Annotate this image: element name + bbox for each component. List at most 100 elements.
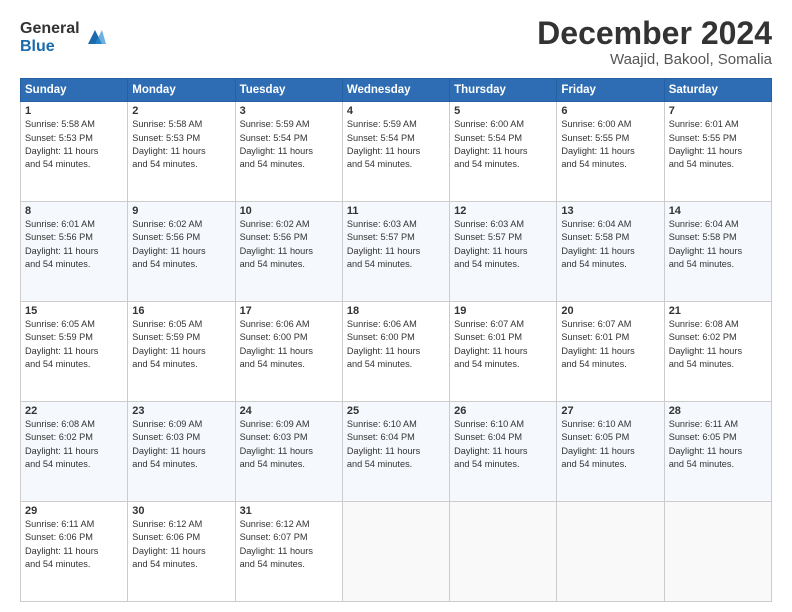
day-info: Sunrise: 6:11 AMSunset: 6:06 PMDaylight:…	[25, 518, 123, 571]
calendar-body: 1Sunrise: 5:58 AMSunset: 5:53 PMDaylight…	[21, 102, 772, 602]
calendar-cell: 3Sunrise: 5:59 AMSunset: 5:54 PMDaylight…	[235, 102, 342, 202]
calendar-cell: 24Sunrise: 6:09 AMSunset: 6:03 PMDayligh…	[235, 402, 342, 502]
calendar-cell: 23Sunrise: 6:09 AMSunset: 6:03 PMDayligh…	[128, 402, 235, 502]
day-info: Sunrise: 6:07 AMSunset: 6:01 PMDaylight:…	[561, 318, 659, 371]
day-info: Sunrise: 6:06 AMSunset: 6:00 PMDaylight:…	[240, 318, 338, 371]
day-number: 4	[347, 105, 445, 117]
day-number: 11	[347, 205, 445, 217]
day-number: 21	[669, 305, 767, 317]
calendar-cell: 11Sunrise: 6:03 AMSunset: 5:57 PMDayligh…	[342, 202, 449, 302]
day-info: Sunrise: 5:59 AMSunset: 5:54 PMDaylight:…	[347, 118, 445, 171]
col-wednesday: Wednesday	[342, 79, 449, 102]
day-info: Sunrise: 6:01 AMSunset: 5:56 PMDaylight:…	[25, 218, 123, 271]
calendar-cell: 15Sunrise: 6:05 AMSunset: 5:59 PMDayligh…	[21, 302, 128, 402]
calendar-cell: 6Sunrise: 6:00 AMSunset: 5:55 PMDaylight…	[557, 102, 664, 202]
col-monday: Monday	[128, 79, 235, 102]
day-number: 13	[561, 205, 659, 217]
day-number: 16	[132, 305, 230, 317]
logo-blue: Blue	[20, 38, 80, 56]
day-number: 29	[25, 505, 123, 517]
day-info: Sunrise: 6:01 AMSunset: 5:55 PMDaylight:…	[669, 118, 767, 171]
calendar-cell: 5Sunrise: 6:00 AMSunset: 5:54 PMDaylight…	[450, 102, 557, 202]
calendar-week-1: 1Sunrise: 5:58 AMSunset: 5:53 PMDaylight…	[21, 102, 772, 202]
day-info: Sunrise: 6:03 AMSunset: 5:57 PMDaylight:…	[347, 218, 445, 271]
calendar-table: Sunday Monday Tuesday Wednesday Thursday…	[20, 78, 772, 602]
day-info: Sunrise: 6:07 AMSunset: 6:01 PMDaylight:…	[454, 318, 552, 371]
calendar-cell: 7Sunrise: 6:01 AMSunset: 5:55 PMDaylight…	[664, 102, 771, 202]
day-info: Sunrise: 6:04 AMSunset: 5:58 PMDaylight:…	[669, 218, 767, 271]
page: General Blue December 2024 Waajid, Bakoo…	[0, 0, 792, 612]
calendar-week-2: 8Sunrise: 6:01 AMSunset: 5:56 PMDaylight…	[21, 202, 772, 302]
day-info: Sunrise: 5:58 AMSunset: 5:53 PMDaylight:…	[25, 118, 123, 171]
day-number: 6	[561, 105, 659, 117]
day-info: Sunrise: 6:09 AMSunset: 6:03 PMDaylight:…	[240, 418, 338, 471]
calendar-cell	[664, 502, 771, 602]
day-number: 18	[347, 305, 445, 317]
calendar-cell: 2Sunrise: 5:58 AMSunset: 5:53 PMDaylight…	[128, 102, 235, 202]
header: General Blue December 2024 Waajid, Bakoo…	[20, 16, 772, 68]
day-number: 22	[25, 405, 123, 417]
day-number: 19	[454, 305, 552, 317]
calendar-cell: 21Sunrise: 6:08 AMSunset: 6:02 PMDayligh…	[664, 302, 771, 402]
day-info: Sunrise: 6:09 AMSunset: 6:03 PMDaylight:…	[132, 418, 230, 471]
col-tuesday: Tuesday	[235, 79, 342, 102]
day-number: 31	[240, 505, 338, 517]
calendar-cell: 19Sunrise: 6:07 AMSunset: 6:01 PMDayligh…	[450, 302, 557, 402]
day-info: Sunrise: 6:10 AMSunset: 6:04 PMDaylight:…	[454, 418, 552, 471]
calendar-cell: 30Sunrise: 6:12 AMSunset: 6:06 PMDayligh…	[128, 502, 235, 602]
day-info: Sunrise: 6:00 AMSunset: 5:55 PMDaylight:…	[561, 118, 659, 171]
day-info: Sunrise: 6:10 AMSunset: 6:05 PMDaylight:…	[561, 418, 659, 471]
calendar-cell: 12Sunrise: 6:03 AMSunset: 5:57 PMDayligh…	[450, 202, 557, 302]
day-number: 23	[132, 405, 230, 417]
calendar-cell: 20Sunrise: 6:07 AMSunset: 6:01 PMDayligh…	[557, 302, 664, 402]
calendar-week-3: 15Sunrise: 6:05 AMSunset: 5:59 PMDayligh…	[21, 302, 772, 402]
day-number: 2	[132, 105, 230, 117]
calendar-week-5: 29Sunrise: 6:11 AMSunset: 6:06 PMDayligh…	[21, 502, 772, 602]
calendar-cell: 17Sunrise: 6:06 AMSunset: 6:00 PMDayligh…	[235, 302, 342, 402]
calendar-cell: 26Sunrise: 6:10 AMSunset: 6:04 PMDayligh…	[450, 402, 557, 502]
day-info: Sunrise: 6:10 AMSunset: 6:04 PMDaylight:…	[347, 418, 445, 471]
day-number: 12	[454, 205, 552, 217]
day-number: 17	[240, 305, 338, 317]
calendar-cell: 9Sunrise: 6:02 AMSunset: 5:56 PMDaylight…	[128, 202, 235, 302]
main-title: December 2024	[537, 16, 772, 51]
day-number: 15	[25, 305, 123, 317]
day-number: 25	[347, 405, 445, 417]
day-number: 20	[561, 305, 659, 317]
calendar-cell	[450, 502, 557, 602]
day-number: 8	[25, 205, 123, 217]
calendar-cell	[342, 502, 449, 602]
col-thursday: Thursday	[450, 79, 557, 102]
title-block: December 2024 Waajid, Bakool, Somalia	[537, 16, 772, 68]
calendar-cell: 18Sunrise: 6:06 AMSunset: 6:00 PMDayligh…	[342, 302, 449, 402]
day-info: Sunrise: 5:58 AMSunset: 5:53 PMDaylight:…	[132, 118, 230, 171]
calendar-cell: 22Sunrise: 6:08 AMSunset: 6:02 PMDayligh…	[21, 402, 128, 502]
calendar-header: Sunday Monday Tuesday Wednesday Thursday…	[21, 79, 772, 102]
day-number: 7	[669, 105, 767, 117]
day-info: Sunrise: 6:08 AMSunset: 6:02 PMDaylight:…	[669, 318, 767, 371]
logo-icon	[84, 26, 106, 48]
calendar-cell: 13Sunrise: 6:04 AMSunset: 5:58 PMDayligh…	[557, 202, 664, 302]
col-friday: Friday	[557, 79, 664, 102]
day-number: 10	[240, 205, 338, 217]
calendar-cell: 8Sunrise: 6:01 AMSunset: 5:56 PMDaylight…	[21, 202, 128, 302]
day-number: 24	[240, 405, 338, 417]
calendar-cell: 1Sunrise: 5:58 AMSunset: 5:53 PMDaylight…	[21, 102, 128, 202]
day-number: 26	[454, 405, 552, 417]
day-number: 9	[132, 205, 230, 217]
day-info: Sunrise: 6:05 AMSunset: 5:59 PMDaylight:…	[25, 318, 123, 371]
calendar-cell: 29Sunrise: 6:11 AMSunset: 6:06 PMDayligh…	[21, 502, 128, 602]
day-info: Sunrise: 6:08 AMSunset: 6:02 PMDaylight:…	[25, 418, 123, 471]
day-info: Sunrise: 6:12 AMSunset: 6:06 PMDaylight:…	[132, 518, 230, 571]
calendar-cell: 25Sunrise: 6:10 AMSunset: 6:04 PMDayligh…	[342, 402, 449, 502]
calendar-cell: 28Sunrise: 6:11 AMSunset: 6:05 PMDayligh…	[664, 402, 771, 502]
day-info: Sunrise: 6:02 AMSunset: 5:56 PMDaylight:…	[240, 218, 338, 271]
logo: General Blue	[20, 20, 106, 55]
calendar-week-4: 22Sunrise: 6:08 AMSunset: 6:02 PMDayligh…	[21, 402, 772, 502]
day-number: 1	[25, 105, 123, 117]
day-number: 28	[669, 405, 767, 417]
day-number: 30	[132, 505, 230, 517]
day-info: Sunrise: 6:06 AMSunset: 6:00 PMDaylight:…	[347, 318, 445, 371]
col-sunday: Sunday	[21, 79, 128, 102]
day-info: Sunrise: 5:59 AMSunset: 5:54 PMDaylight:…	[240, 118, 338, 171]
